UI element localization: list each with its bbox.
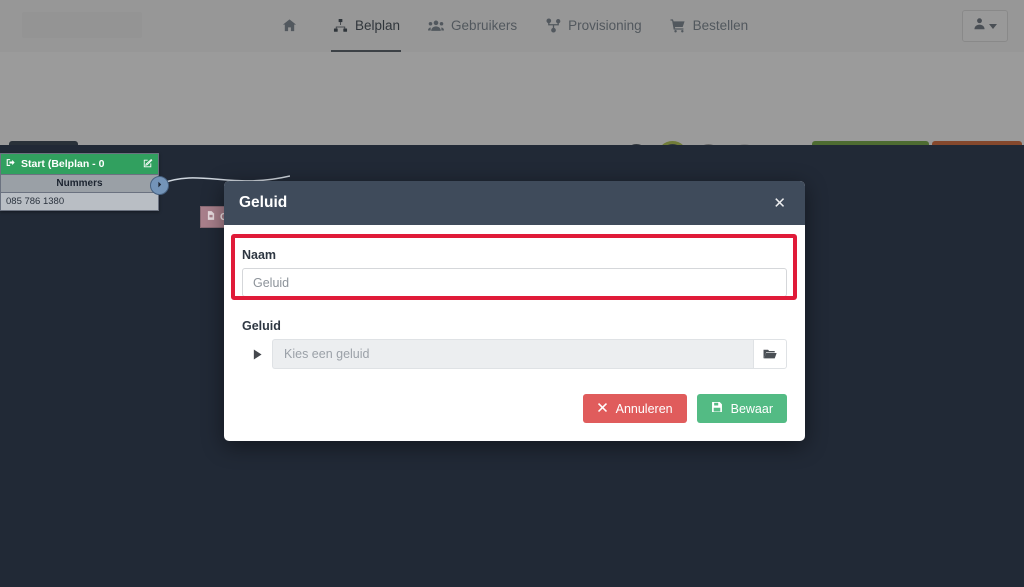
editor-toolbar: Terug Belplan - Belplan - 085 786 1380 B… (0, 52, 1024, 145)
nav-item-belplan-label: Belplan (355, 17, 401, 33)
confirm-save-button-label: Bewaar (730, 401, 773, 416)
cancel-button[interactable]: Annuleren (582, 394, 687, 423)
sound-dialog: Geluid ✕ Naam Geluid Kies een geluid (224, 181, 805, 441)
dialog-header: Geluid ✕ (224, 181, 805, 225)
flow-node-start-header: Start (Belplan - 0 (1, 154, 158, 175)
naam-input[interactable] (242, 268, 787, 297)
flow-node-start-value: 085 786 1380 (1, 193, 158, 210)
sound-path-placeholder: Kies een geluid (284, 347, 370, 361)
top-navbar: Belplan Gebruikers Provisioning Bestelle… (0, 0, 1024, 53)
user-icon (973, 17, 986, 35)
users-icon (428, 17, 445, 33)
sitemap-icon (332, 17, 348, 33)
floppy-disk-icon (711, 401, 723, 416)
folder-open-icon[interactable] (753, 339, 787, 369)
nav-items: Belplan Gebruikers Provisioning Bestelle… (280, 0, 749, 52)
nav-item-bestellen-label: Bestellen (692, 17, 749, 33)
cart-icon (670, 17, 686, 33)
background-swatch-medium-grey[interactable] (695, 144, 721, 145)
nav-item-provisioning[interactable]: Provisioning (544, 0, 643, 52)
background-swatch-dark-navy[interactable] (659, 144, 685, 145)
brand-logo[interactable] (22, 12, 142, 38)
nav-item-gebruikers-label: Gebruikers (451, 17, 518, 33)
sign-in-icon (6, 157, 17, 171)
flow-node-start[interactable]: Start (Belplan - 0 Nummers 085 786 1380 (0, 153, 159, 211)
home-icon (281, 17, 297, 33)
nav-item-gebruikers[interactable]: Gebruikers (427, 0, 518, 52)
sound-picker-row: Kies een geluid (242, 339, 787, 369)
nav-item-provisioning-label: Provisioning (568, 17, 642, 33)
background-swatch-dark-slate[interactable] (623, 144, 649, 145)
background-picker: Belplan achtergrond (487, 144, 798, 145)
chevron-down-icon (989, 23, 997, 29)
confirm-save-button[interactable]: Bewaar (696, 394, 787, 423)
cancel-button-label: Annuleren (615, 401, 673, 416)
network-icon (545, 17, 561, 33)
back-button[interactable]: Terug (9, 141, 79, 145)
edit-icon[interactable] (143, 158, 153, 171)
dialog-title: Geluid (239, 194, 288, 211)
user-menu-button[interactable] (962, 10, 1008, 42)
naam-field-group: Naam (237, 242, 792, 305)
nav-item-belplan[interactable]: Belplan (331, 0, 402, 52)
close-icon[interactable]: ✕ (770, 194, 789, 213)
times-icon (597, 402, 608, 416)
flow-node-start-title: Start (Belplan - 0 (21, 158, 105, 170)
connector-handle[interactable] (150, 176, 169, 195)
geluid-field-group: Geluid Kies een geluid (237, 319, 792, 369)
flow-node-start-sublabel: Nummers (1, 175, 158, 193)
arrow-right-icon (155, 180, 164, 191)
sound-path-input[interactable]: Kies een geluid (272, 339, 753, 369)
nav-item-home[interactable] (280, 0, 305, 52)
dialog-body: Naam Geluid Kies een geluid (224, 225, 805, 369)
dialog-footer: Annuleren Bewaar (224, 394, 805, 441)
add-action-button[interactable]: Voeg actie (812, 141, 930, 145)
save-button[interactable]: Opslaan (932, 141, 1022, 145)
play-icon[interactable] (242, 339, 272, 369)
naam-label: Naam (242, 248, 277, 262)
app-chrome: Belplan Gebruikers Provisioning Bestelle… (0, 0, 1024, 145)
background-swatch-light-grey[interactable] (731, 144, 757, 145)
nav-item-bestellen[interactable]: Bestellen (669, 0, 750, 52)
file-audio-icon (206, 210, 216, 224)
geluid-label: Geluid (242, 319, 281, 333)
